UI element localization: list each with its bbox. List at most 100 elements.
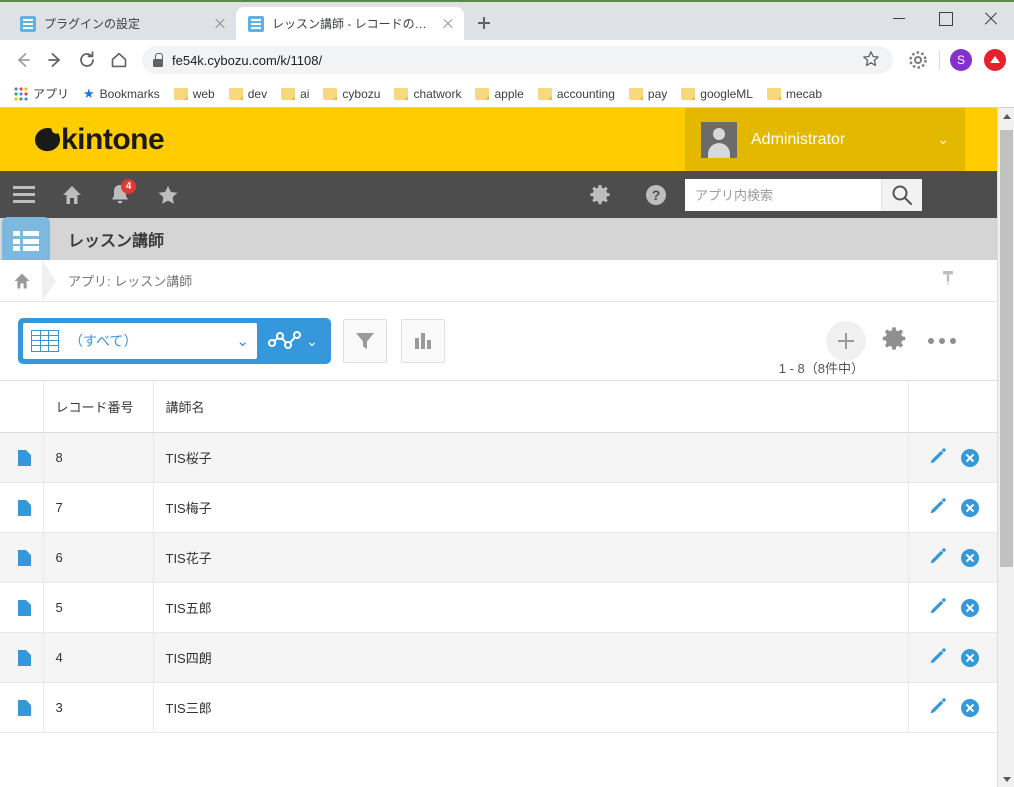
filter-button[interactable] bbox=[343, 319, 387, 363]
extension-gear-icon[interactable] bbox=[907, 49, 929, 71]
record-open-cell[interactable] bbox=[0, 582, 43, 633]
view-selector-display[interactable]: （すべて） ⌄ bbox=[23, 323, 257, 359]
table-row[interactable]: 4 TIS四朗 bbox=[0, 632, 997, 683]
browser-tab-1[interactable]: プラグインの設定 bbox=[8, 7, 236, 40]
minimize-button[interactable] bbox=[876, 2, 922, 34]
search-input[interactable] bbox=[685, 179, 881, 211]
settings-button[interactable] bbox=[576, 171, 624, 218]
close-icon[interactable] bbox=[212, 16, 228, 32]
scroll-down-arrow[interactable] bbox=[998, 771, 1014, 787]
record-document-icon[interactable] bbox=[18, 449, 31, 466]
notifications-button[interactable]: 4 bbox=[96, 171, 144, 218]
more-options-button[interactable] bbox=[922, 338, 962, 344]
search-button[interactable] bbox=[881, 179, 922, 211]
close-window-button[interactable] bbox=[968, 2, 1014, 34]
breadcrumb: アプリ: レッスン講師 bbox=[0, 259, 997, 302]
edit-record-button[interactable] bbox=[929, 547, 947, 568]
delete-record-button[interactable] bbox=[960, 698, 979, 717]
breadcrumb-app-label[interactable]: アプリ: レッスン講師 bbox=[68, 271, 192, 290]
record-open-cell[interactable] bbox=[0, 532, 43, 583]
record-table: レコード番号 講師名 8 TIS桜子 7 TIS梅子 6 TIS花子 5 TIS… bbox=[0, 380, 997, 733]
pin-icon[interactable] bbox=[939, 268, 957, 293]
delete-record-button[interactable] bbox=[960, 498, 979, 517]
bookmark-folder-googleml[interactable]: googleML bbox=[675, 84, 759, 104]
favorites-button[interactable] bbox=[144, 171, 192, 218]
bookmark-folder-pay[interactable]: pay bbox=[623, 84, 673, 104]
bookmark-folder-dev[interactable]: dev bbox=[223, 84, 273, 104]
record-document-icon[interactable] bbox=[18, 499, 31, 516]
bookmark-folder-web[interactable]: web bbox=[168, 84, 221, 104]
table-row[interactable]: 7 TIS梅子 bbox=[0, 482, 997, 533]
table-row[interactable]: 3 TIS三郎 bbox=[0, 682, 997, 733]
edit-record-button[interactable] bbox=[929, 697, 947, 718]
bookmark-bookmarks[interactable]: ★ Bookmarks bbox=[77, 83, 166, 105]
bookmark-folder-cybozu[interactable]: cybozu bbox=[317, 84, 386, 104]
delete-record-button[interactable] bbox=[960, 548, 979, 567]
folder-icon bbox=[173, 87, 188, 100]
address-bar[interactable]: fe54k.cybozu.com/k/1108/ bbox=[142, 46, 893, 74]
record-open-cell[interactable] bbox=[0, 482, 43, 533]
extension-red-icon[interactable] bbox=[984, 49, 1006, 71]
filter-icon bbox=[356, 333, 374, 349]
record-document-icon[interactable] bbox=[18, 599, 31, 616]
column-header-actions bbox=[907, 380, 997, 433]
table-row[interactable]: 6 TIS花子 bbox=[0, 532, 997, 583]
chart-button[interactable] bbox=[401, 319, 445, 363]
view-selector[interactable]: （すべて） ⌄ ⌄ bbox=[20, 320, 329, 362]
add-record-button[interactable] bbox=[826, 321, 866, 361]
cell-record-no: 8 bbox=[42, 432, 153, 483]
record-document-icon[interactable] bbox=[18, 549, 31, 566]
toolbar-divider bbox=[939, 50, 940, 70]
record-document-icon[interactable] bbox=[18, 649, 31, 666]
bookmark-folder-accounting[interactable]: accounting bbox=[532, 84, 621, 104]
chrome-profile-avatar[interactable]: S bbox=[950, 49, 972, 71]
column-header-teacher-name[interactable]: 講師名 bbox=[152, 380, 908, 433]
record-open-cell[interactable] bbox=[0, 432, 43, 483]
bookmark-folder-apple[interactable]: apple bbox=[469, 84, 529, 104]
bookmark-folder-mecab[interactable]: mecab bbox=[761, 84, 828, 104]
close-icon[interactable] bbox=[440, 16, 456, 32]
bookmark-label: pay bbox=[647, 86, 668, 101]
graph-icon bbox=[268, 331, 302, 349]
record-document-icon[interactable] bbox=[18, 699, 31, 716]
forward-icon[interactable] bbox=[40, 45, 70, 75]
app-search[interactable] bbox=[685, 179, 922, 211]
edit-record-button[interactable] bbox=[929, 647, 947, 668]
folder-icon bbox=[766, 87, 781, 100]
table-row[interactable]: 8 TIS桜子 bbox=[0, 432, 997, 483]
scroll-up-arrow[interactable] bbox=[998, 108, 1014, 125]
edit-record-button[interactable] bbox=[929, 597, 947, 618]
page-scrollbar[interactable] bbox=[997, 108, 1014, 787]
chevron-down-icon: ⌄ bbox=[306, 332, 318, 349]
app-settings-button[interactable] bbox=[880, 325, 908, 358]
edit-record-button[interactable] bbox=[929, 447, 947, 468]
delete-record-button[interactable] bbox=[960, 648, 979, 667]
scrollbar-thumb[interactable] bbox=[1000, 130, 1013, 567]
maximize-button[interactable] bbox=[922, 2, 968, 34]
cell-teacher-name: TIS四朗 bbox=[152, 632, 908, 683]
bookmark-apps[interactable]: アプリ bbox=[8, 82, 75, 105]
record-open-cell[interactable] bbox=[0, 632, 43, 683]
delete-record-button[interactable] bbox=[960, 598, 979, 617]
graph-view-button[interactable]: ⌄ bbox=[257, 320, 329, 362]
delete-record-button[interactable] bbox=[960, 448, 979, 467]
back-icon[interactable] bbox=[8, 45, 38, 75]
new-tab-button[interactable] bbox=[470, 9, 498, 37]
breadcrumb-home-button[interactable] bbox=[0, 271, 44, 291]
menu-button[interactable] bbox=[0, 171, 48, 218]
table-row[interactable]: 5 TIS五郎 bbox=[0, 582, 997, 633]
portal-home-button[interactable] bbox=[48, 171, 96, 218]
column-header-record-no[interactable]: レコード番号 bbox=[42, 380, 153, 433]
help-icon: ? bbox=[646, 184, 666, 205]
record-open-cell[interactable] bbox=[0, 682, 43, 733]
edit-record-button[interactable] bbox=[929, 497, 947, 518]
reload-icon[interactable] bbox=[72, 45, 102, 75]
help-button[interactable]: ? bbox=[632, 171, 680, 218]
bookmark-star-icon[interactable] bbox=[861, 49, 883, 71]
browser-tab-2[interactable]: レッスン講師 - レコードの一覧 bbox=[236, 7, 464, 40]
bookmark-folder-chatwork[interactable]: chatwork bbox=[388, 84, 467, 104]
kintone-logo[interactable]: kintone bbox=[33, 123, 165, 157]
home-icon[interactable] bbox=[104, 45, 134, 75]
user-menu[interactable]: Administrator ⌄ bbox=[685, 108, 965, 171]
bookmark-folder-ai[interactable]: ai bbox=[275, 84, 315, 104]
